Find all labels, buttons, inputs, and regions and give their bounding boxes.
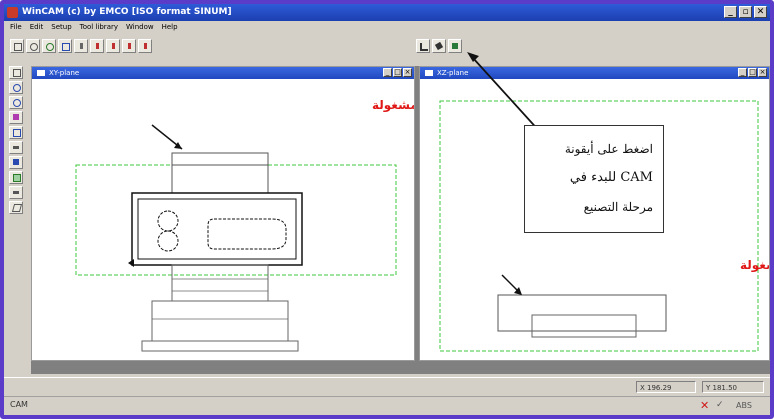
- save-file-button[interactable]: [42, 39, 56, 53]
- cut-button[interactable]: [90, 39, 104, 53]
- callout-line-3: مرحلة التصنيع: [583, 200, 653, 214]
- tool-path-icon: [13, 159, 19, 165]
- child-window-icon: [37, 70, 45, 76]
- status-bar: CAM ✕ ✓ ABS: [4, 396, 770, 415]
- callout-line-1: اضغط على أيقونة: [564, 142, 653, 156]
- xy-plane-canvas[interactable]: المستوى(المسقط)X-Y للمشغولة: [32, 79, 414, 361]
- workpiece-button[interactable]: [9, 171, 23, 184]
- open-file-button[interactable]: [26, 39, 40, 53]
- xz-close-button[interactable]: ×: [758, 68, 767, 77]
- window-icon: [62, 43, 70, 51]
- menu-bar: File Edit Setup Tool library Window Help: [4, 21, 770, 34]
- abs-indicator: ABS: [736, 401, 752, 410]
- xy-workpiece-outline: [131, 192, 303, 266]
- dimension-icon: [13, 146, 19, 149]
- main-toolbar: [4, 35, 770, 59]
- print-button[interactable]: [138, 39, 152, 53]
- app-icon: [7, 7, 18, 18]
- save-file-icon: [46, 43, 54, 51]
- xy-pocket-figure8: [157, 210, 179, 252]
- xz-maximize-button[interactable]: □: [748, 68, 757, 77]
- open-file-icon: [30, 43, 38, 51]
- xy-maximize-button[interactable]: □: [393, 68, 402, 77]
- copy-button[interactable]: [106, 39, 120, 53]
- xy-fixture-top: [171, 152, 269, 166]
- view-icon: [13, 114, 19, 120]
- select-button[interactable]: [9, 66, 23, 79]
- tool-icon: [80, 43, 83, 49]
- window-button[interactable]: [58, 39, 72, 53]
- paste-icon: [128, 43, 131, 49]
- select-icon: [13, 69, 21, 77]
- xy-window-title: XY-plane: [49, 69, 80, 77]
- coordinate-bar: X 196.29 Y 181.50: [4, 377, 770, 397]
- zoom-out-button[interactable]: [9, 96, 23, 109]
- xy-plane-annotation: المستوى(المسقط)X-Y للمشغولة: [372, 98, 414, 113]
- xz-fixture: [497, 294, 667, 332]
- tool-button[interactable]: [74, 39, 88, 53]
- close-button[interactable]: ✕: [754, 6, 767, 18]
- zoom-in-icon: [13, 84, 21, 92]
- xy-machine-base: [151, 300, 289, 342]
- menu-edit[interactable]: Edit: [30, 21, 44, 34]
- cut-icon: [96, 43, 99, 49]
- paste-button[interactable]: [122, 39, 136, 53]
- check-icon: ✓: [716, 400, 724, 410]
- menu-setup[interactable]: Setup: [51, 21, 71, 34]
- tool-path-button[interactable]: [9, 156, 23, 169]
- new-file-icon: [14, 43, 22, 51]
- menu-file[interactable]: File: [10, 21, 22, 34]
- 3d-view-icon: [11, 204, 23, 212]
- xy-window-titlebar: XY-plane _ □ ×: [32, 67, 414, 79]
- menu-window[interactable]: Window: [126, 21, 154, 34]
- new-file-button[interactable]: [10, 39, 24, 53]
- menu-tool-library[interactable]: Tool library: [80, 21, 118, 34]
- xy-machine-foot: [141, 340, 299, 352]
- zoom-out-icon: [13, 99, 21, 107]
- minimize-button[interactable]: _: [724, 6, 737, 18]
- origin-marker: [128, 259, 134, 267]
- xy-slot-contour: [207, 218, 287, 250]
- menu-help[interactable]: Help: [162, 21, 178, 34]
- layer-button[interactable]: [9, 126, 23, 139]
- left-toolbar: [9, 66, 27, 266]
- app-window: WinCAM (c) by EMCO [ISO format SINUM] _ …: [0, 0, 774, 419]
- mode-label: CAM: [10, 400, 28, 409]
- xz-minimize-button[interactable]: _: [738, 68, 747, 77]
- cam-callout-box: اضغط على أيقونة CAM للبدء في مرحلة التصن…: [524, 125, 664, 233]
- 3d-view-button[interactable]: [9, 201, 23, 214]
- title-bar: WinCAM (c) by EMCO [ISO format SINUM] _ …: [4, 4, 770, 21]
- xy-fixture-upper: [171, 164, 269, 194]
- xz-plane-annotation: المستوى(المسقط)X-Z للمشغولة: [740, 258, 769, 273]
- print-icon: [144, 43, 147, 49]
- xy-minimize-button[interactable]: _: [383, 68, 392, 77]
- workpiece-icon: [13, 174, 21, 182]
- xy-machine-lower: [171, 264, 269, 302]
- xy-plane-window[interactable]: XY-plane _ □ × شغولة: [31, 66, 415, 361]
- zoom-in-button[interactable]: [9, 81, 23, 94]
- measure-button[interactable]: [9, 186, 23, 199]
- y-coordinate: Y 181.50: [702, 381, 764, 393]
- window-title: WinCAM (c) by EMCO [ISO format SINUM]: [22, 7, 232, 17]
- measure-icon: [13, 191, 19, 194]
- x-coordinate: X 196.29: [636, 381, 696, 393]
- callout-line-2: CAM للبدء في: [569, 170, 653, 185]
- copy-icon: [112, 43, 115, 49]
- restore-button[interactable]: ▫: [739, 6, 752, 18]
- layer-icon: [13, 129, 21, 137]
- error-x-icon: ✕: [700, 399, 710, 412]
- xz-workpiece: [531, 314, 637, 338]
- view-button[interactable]: [9, 111, 23, 124]
- dimension-button[interactable]: [9, 141, 23, 154]
